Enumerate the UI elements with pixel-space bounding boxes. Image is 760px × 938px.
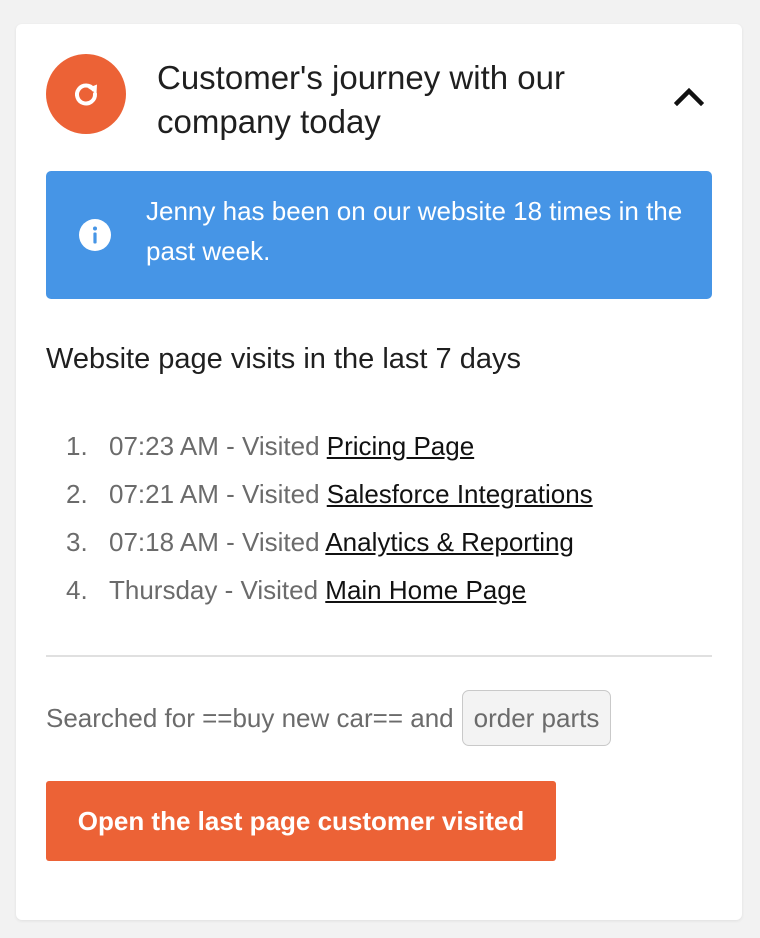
visit-time: Thursday - Visited bbox=[109, 575, 326, 605]
refresh-icon bbox=[46, 54, 126, 134]
chevron-up-icon bbox=[674, 87, 704, 106]
info-icon bbox=[79, 219, 111, 251]
visit-time: 07:21 AM - Visited bbox=[109, 479, 327, 509]
page-link-home[interactable]: Main Home Page bbox=[325, 575, 526, 605]
visit-list: 1. 07:23 AM - Visited Pricing Page 2. 07:2… bbox=[66, 422, 593, 614]
card-title: Customer's journey with our company toda… bbox=[157, 59, 565, 140]
list-item: 3. 07:18 AM - Visited Analytics & Reporti… bbox=[66, 518, 593, 566]
search-prefix: Searched for ==buy new car== and bbox=[46, 702, 454, 733]
collapse-button[interactable] bbox=[666, 76, 712, 116]
list-item: 2. 07:21 AM - Visited Salesforce Integrat… bbox=[66, 470, 593, 518]
item-number: 4. bbox=[66, 575, 88, 605]
banner-message: Jenny has been on our website 18 times i… bbox=[146, 196, 683, 266]
open-last-page-button[interactable]: Open the last page customer visited bbox=[46, 781, 556, 861]
item-number: 3. bbox=[66, 527, 88, 557]
page-link-pricing[interactable]: Pricing Page bbox=[327, 431, 474, 461]
list-item: 1. 07:23 AM - Visited Pricing Page bbox=[66, 422, 593, 470]
card-header: Customer's journey with our company toda… bbox=[46, 54, 712, 140]
info-banner: Jenny has been on our website 18 times i… bbox=[46, 171, 712, 299]
search-tag: order parts bbox=[461, 690, 612, 746]
visit-time: 07:18 AM - Visited bbox=[109, 527, 326, 557]
visit-time: 07:23 AM - Visited bbox=[109, 431, 327, 461]
search-summary: Searched for ==buy new car== and order p… bbox=[46, 690, 612, 746]
customer-journey-card: Customer's journey with our company toda… bbox=[16, 24, 742, 920]
visits-heading: Website page visits in the last 7 days bbox=[46, 343, 521, 375]
page-link-salesforce[interactable]: Salesforce Integrations bbox=[327, 479, 593, 509]
item-number: 1. bbox=[66, 431, 88, 461]
list-item: 4. Thursday - Visited Main Home Page bbox=[66, 566, 593, 614]
item-number: 2. bbox=[66, 479, 88, 509]
divider bbox=[46, 655, 712, 657]
page-link-analytics[interactable]: Analytics & Reporting bbox=[325, 527, 574, 557]
